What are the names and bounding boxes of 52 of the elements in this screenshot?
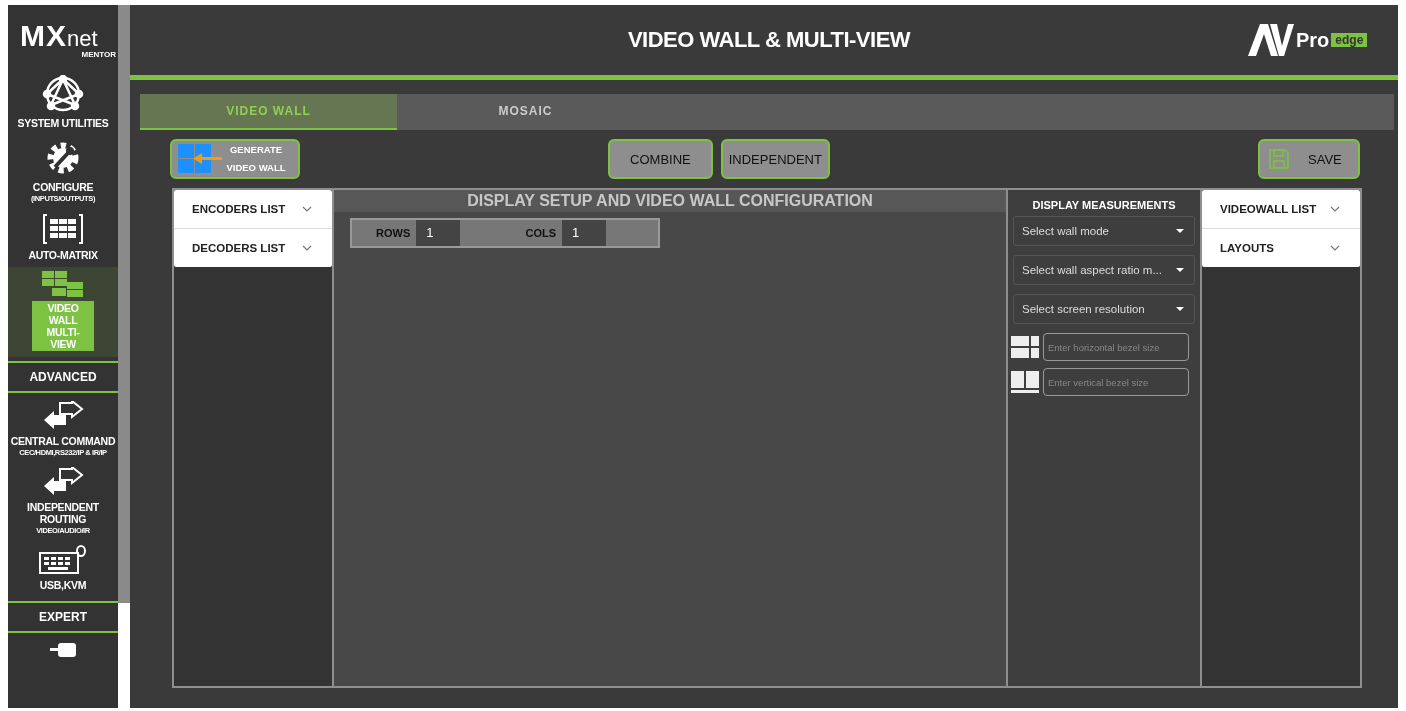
section-title: DISPLAY MEASUREMENTS xyxy=(1031,198,1177,213)
cols-field[interactable]: 1 xyxy=(562,220,606,246)
caret-icon xyxy=(1176,307,1184,311)
caret-icon xyxy=(1176,268,1184,272)
chevron-down-icon xyxy=(1330,245,1340,251)
cols-label: COLS xyxy=(524,227,557,239)
chevron-down-icon xyxy=(302,245,312,251)
sidebar-nav-label: CENTRAL COMMAND xyxy=(10,435,116,447)
scrollbar[interactable] xyxy=(118,5,130,708)
sidebar-nav-item[interactable]: SYSTEM UTILITIES xyxy=(8,71,118,135)
horizontal-bezel-icon xyxy=(1011,336,1039,358)
sidebar-nav-label: USB,KVM xyxy=(39,579,87,591)
select-dropdown[interactable]: Select wall mode xyxy=(1013,216,1195,246)
list-label: VIDEOWALL LIST xyxy=(1220,203,1317,215)
sidebar-nav-item[interactable]: USB,KVM xyxy=(8,541,118,597)
list-label: ENCODERS LIST xyxy=(192,203,286,215)
rows-field[interactable]: 1 xyxy=(416,220,461,246)
video-wall-icon[interactable] xyxy=(42,271,84,297)
sidebar-nav-item[interactable]: AUTO-MATRIX xyxy=(8,209,118,267)
list-accordion-item[interactable]: VIDEOWALL LIST xyxy=(1202,190,1360,229)
plug-icon[interactable] xyxy=(48,641,78,657)
save-button[interactable]: SAVE xyxy=(1258,139,1360,179)
mode-button[interactable]: COMBINE xyxy=(608,139,713,179)
chevron-down-icon xyxy=(1330,206,1340,212)
select-dropdown[interactable]: Select wall aspect ratio m... xyxy=(1013,255,1195,285)
sidebar-nav-label: INDEPENDENT ROUTING xyxy=(26,501,100,525)
list-label: DECODERS LIST xyxy=(192,242,286,254)
list-accordion-item[interactable]: DECODERS LIST xyxy=(174,229,332,267)
sidebar-nav-label: VIDEO WALL MULTI-VIEW xyxy=(32,301,94,351)
vertical-bezel-icon xyxy=(1011,371,1039,393)
list-label: LAYOUTS xyxy=(1220,242,1274,254)
section-title: DISPLAY SETUP AND VIDEO WALL CONFIGURATION xyxy=(334,190,1006,212)
double-arrow-icon[interactable] xyxy=(42,401,84,431)
matrix-grid-icon[interactable] xyxy=(42,213,84,245)
chevron-down-icon xyxy=(302,206,312,212)
vertical-bezel-field[interactable]: Enter vertical bezel size xyxy=(1043,368,1189,396)
grid-arrow-icon xyxy=(178,144,222,174)
mode-button[interactable]: INDEPENDENT xyxy=(720,139,830,179)
avpro-logo: Pro edge xyxy=(1248,22,1388,58)
list-accordion-item[interactable]: LAYOUTS xyxy=(1202,229,1360,267)
mxnet-logo: MXnet MENTOR xyxy=(19,18,117,61)
network-globe-icon[interactable] xyxy=(41,75,85,113)
keyboard-mouse-icon[interactable] xyxy=(39,545,87,575)
horizontal-bezel-field[interactable]: Enter horizontal bezel size xyxy=(1043,333,1189,361)
caret-icon xyxy=(1176,229,1184,233)
double-arrow-icon[interactable] xyxy=(42,467,84,497)
rows-label: ROWS xyxy=(375,227,412,239)
sidebar-nav-label: CONFIGURE xyxy=(32,181,94,193)
sidebar-nav-label: SYSTEM UTILITIES xyxy=(17,117,109,129)
sidebar-nav-label: AUTO-MATRIX xyxy=(28,249,98,261)
page-title: VIDEO WALL & MULTI-VIEW xyxy=(626,27,912,53)
select-dropdown[interactable]: Select screen resolution xyxy=(1013,294,1195,324)
